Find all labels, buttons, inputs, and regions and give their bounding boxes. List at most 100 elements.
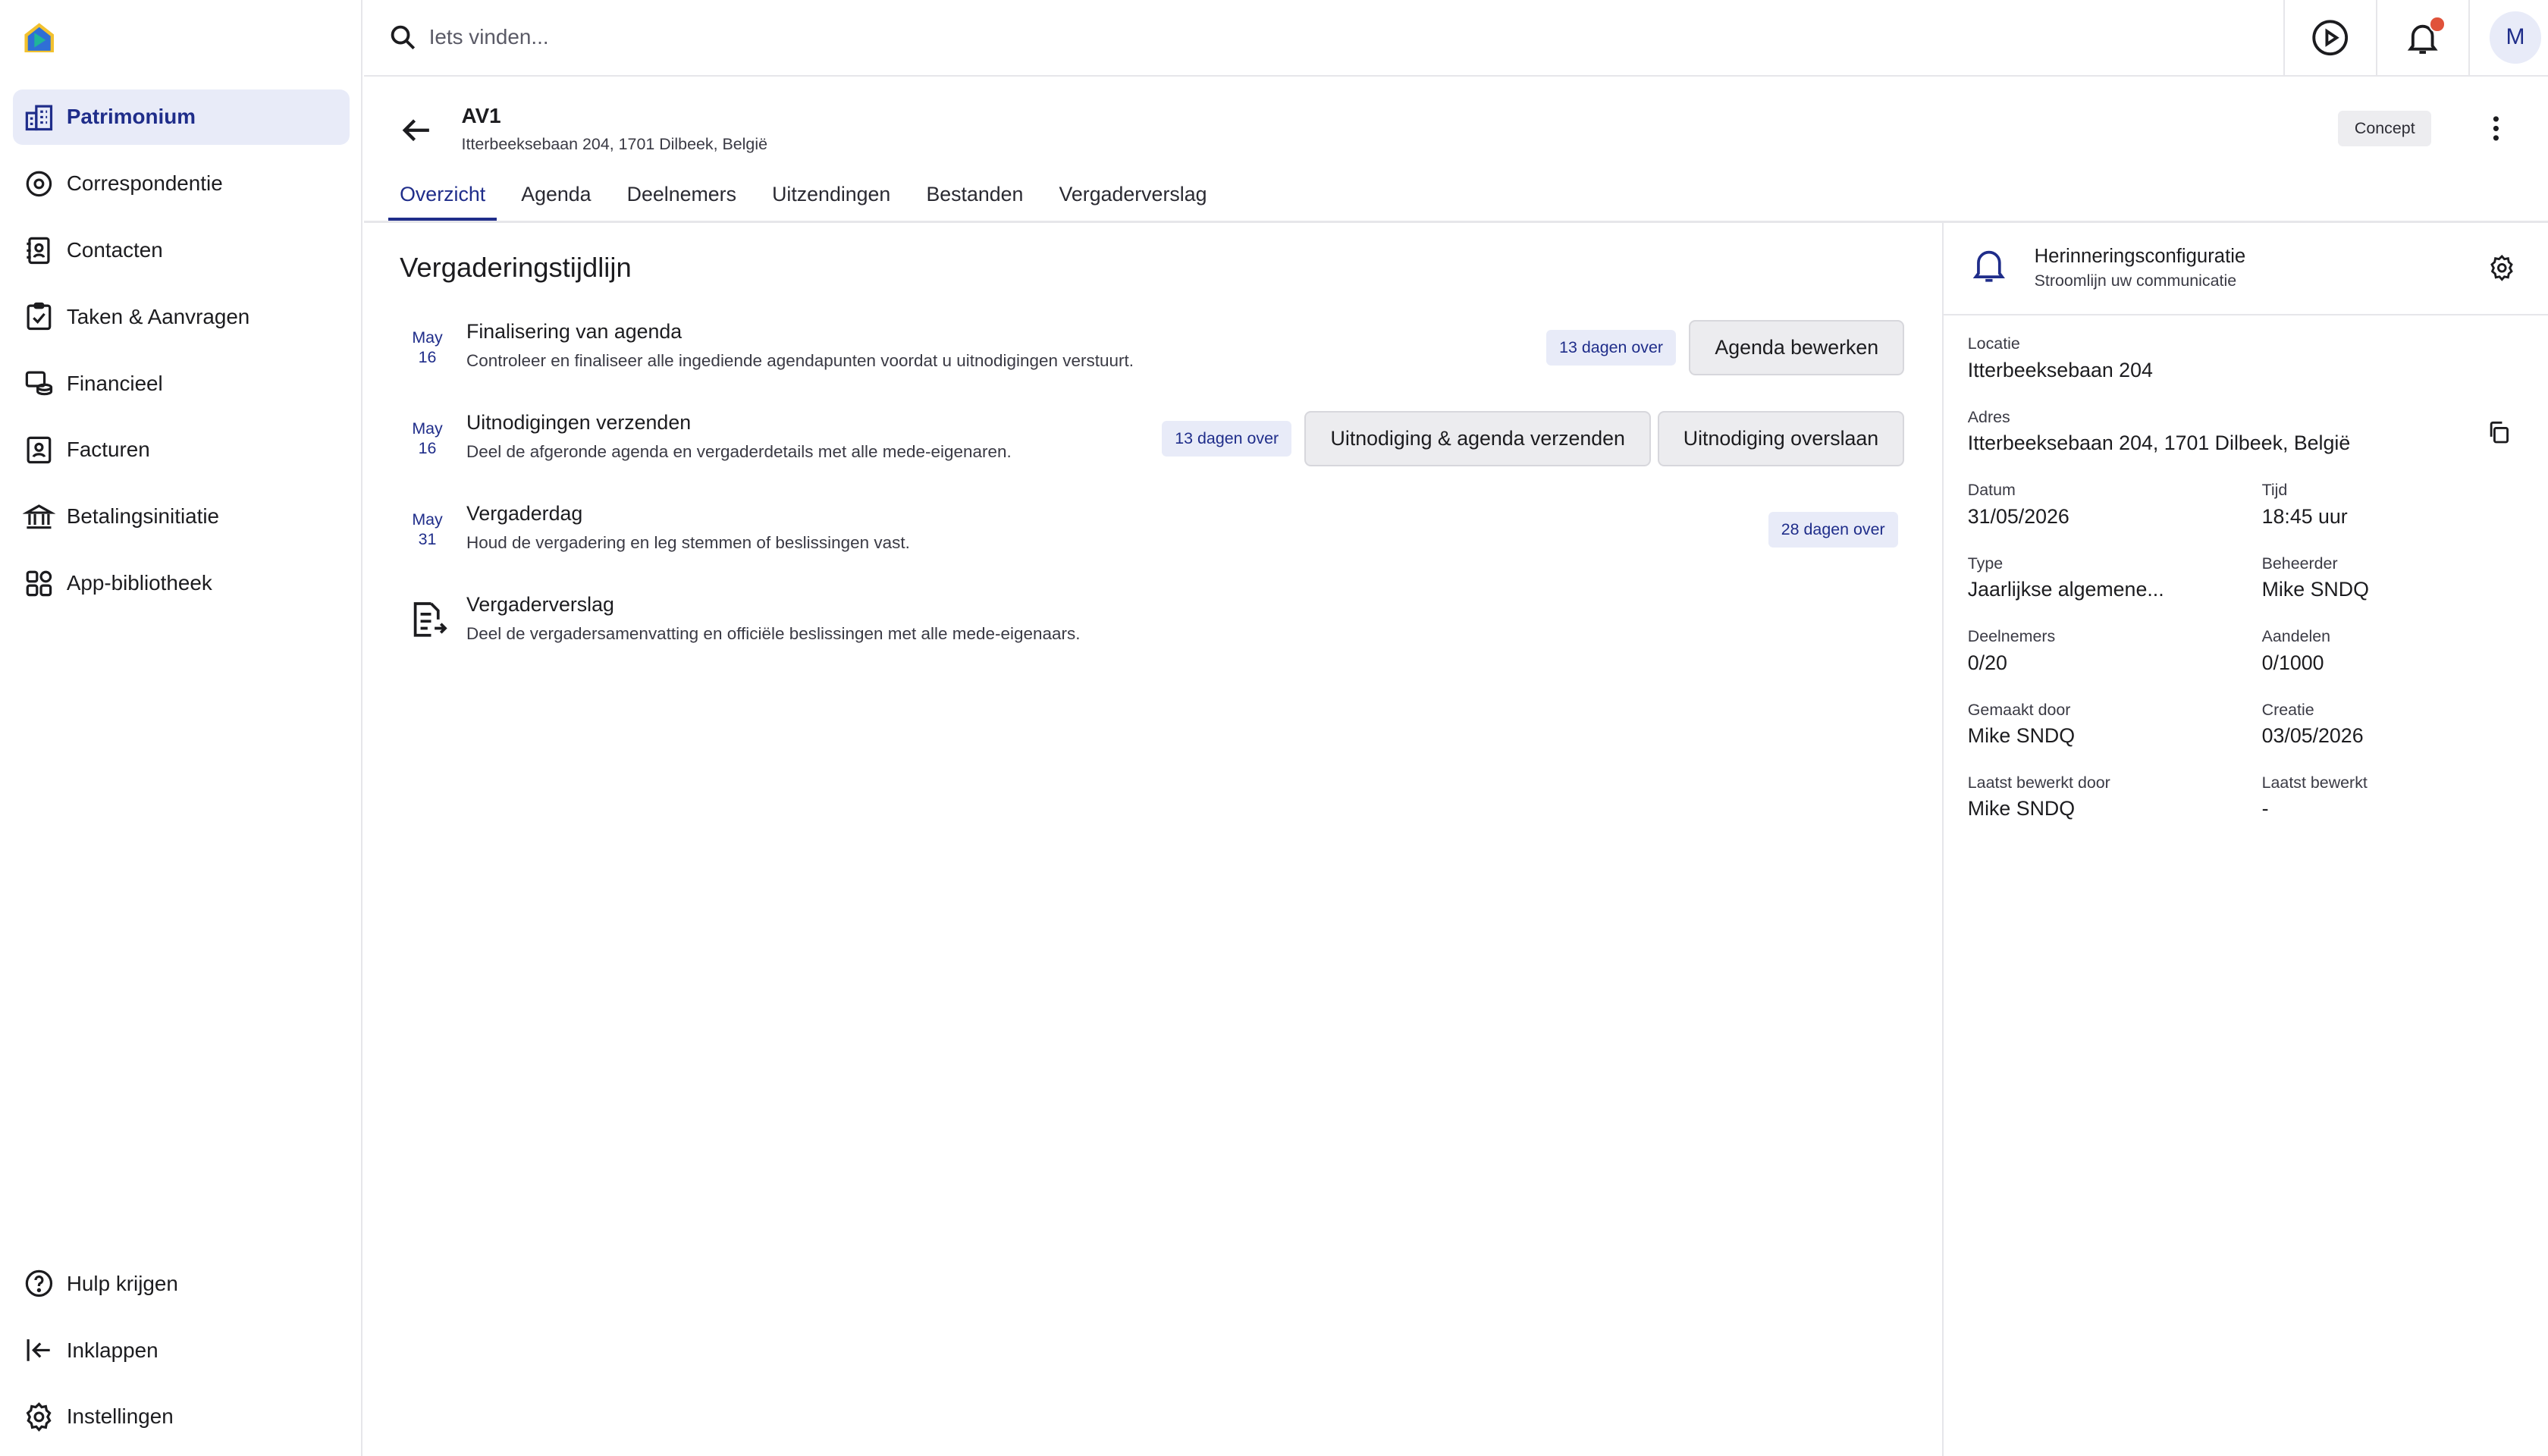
- app-logo[interactable]: [20, 18, 58, 57]
- field-value: 03/05/2026: [2261, 723, 2364, 747]
- details-panel: Herinneringsconfiguratie Stroomlijn uw c…: [1941, 222, 2548, 1456]
- field-participants: Deelnemers 0/20: [1968, 627, 2055, 674]
- sidebar-item-label: Inklappen: [66, 1338, 158, 1362]
- sidebar: Patrimonium Correspondentie Contacten Ta…: [0, 0, 362, 1456]
- field-label: Type: [1967, 554, 2004, 573]
- field-edited-by: Laatst bewerkt door Mike SNDQ: [1968, 774, 2110, 821]
- field-type: Type Jaarlijkse algemene...: [1968, 554, 2164, 601]
- timeline-item-title: Vergaderdag: [466, 502, 583, 526]
- sidebar-item-correspondentie[interactable]: Correspondentie: [13, 156, 350, 212]
- sidebar-item-label: Patrimonium: [66, 105, 196, 129]
- field-label: Adres: [1967, 407, 2010, 426]
- tab-vergaderverslag[interactable]: Vergaderverslag: [1048, 175, 1219, 221]
- field-label: Aandelen: [2261, 627, 2331, 646]
- reminder-config-subtitle: Stroomlijn uw communicatie: [2034, 271, 2237, 290]
- sidebar-item-label: Hulp krijgen: [66, 1271, 178, 1295]
- tab-bar: Overzicht Agenda Deelnemers Uitzendingen…: [388, 175, 1231, 221]
- reminder-config-title: Herinneringsconfiguratie: [2034, 245, 2246, 267]
- sidebar-item-label: Betalingsinitiatie: [66, 504, 220, 529]
- clipboard-check-icon: [27, 303, 52, 331]
- page-subtitle: Itterbeeksebaan 204, 1701 Dilbeek, Belgi…: [461, 134, 767, 153]
- field-shares: Aandelen 0/1000: [2262, 627, 2330, 674]
- edit-agenda-button[interactable]: Agenda bewerken: [1689, 320, 1905, 375]
- status-badge: Concept: [2338, 110, 2432, 146]
- field-date: Datum 31/05/2026: [1968, 481, 2069, 528]
- sidebar-item-collapse[interactable]: Inklappen: [13, 1323, 350, 1378]
- sidebar-item-label: Instellingen: [66, 1404, 174, 1429]
- timeline-date-month: May: [412, 328, 443, 347]
- collapse-icon: [27, 1339, 50, 1361]
- days-left-badge: 13 dagen over: [1162, 420, 1292, 457]
- notification-dot: [2429, 16, 2446, 33]
- timeline-date-day: 16: [418, 347, 437, 366]
- back-arrow-icon[interactable]: [397, 111, 435, 149]
- field-value: Itterbeeksebaan 204: [1967, 358, 2153, 381]
- sidebar-item-taken[interactable]: Taken & Aanvragen: [13, 289, 350, 344]
- sidebar-item-facturen[interactable]: Facturen: [13, 422, 350, 478]
- field-label: Gemaakt door: [1967, 700, 2071, 719]
- help-circle-icon: [25, 1270, 53, 1298]
- field-created-by: Gemaakt door Mike SNDQ: [1968, 701, 2075, 748]
- apps-grid-icon: [26, 570, 52, 596]
- timeline-item-actions: 13 dagen over Uitnodiging & agenda verze…: [1162, 411, 1905, 466]
- gear-icon[interactable]: [2487, 253, 2517, 283]
- reminder-config-header: Herinneringsconfiguratie Stroomlijn uw c…: [1943, 223, 2548, 315]
- timeline-date-day: 31: [418, 529, 437, 548]
- tutorial-button[interactable]: [2283, 0, 2376, 75]
- sidebar-item-settings[interactable]: Instellingen: [13, 1389, 350, 1445]
- field-location: Locatie Itterbeeksebaan 204: [1968, 334, 2153, 381]
- sidebar-item-label: Correspondentie: [66, 171, 223, 196]
- timeline-item-title: Vergaderverslag: [466, 593, 614, 617]
- more-vertical-icon[interactable]: [2480, 112, 2512, 145]
- sidebar-item-help[interactable]: Hulp krijgen: [13, 1256, 350, 1311]
- sidebar-item-financieel[interactable]: Financieel: [13, 356, 350, 411]
- bank-icon: [22, 504, 55, 529]
- field-value: Mike SNDQ: [2261, 578, 2369, 601]
- timeline-date-month: May: [412, 510, 443, 529]
- bell-icon: [1972, 251, 2005, 283]
- buildings-icon: [25, 105, 53, 130]
- sidebar-item-label: App-bibliotheek: [66, 571, 212, 595]
- days-left-badge: 13 dagen over: [1546, 329, 1677, 366]
- timeline-item-actions: 13 dagen over Agenda bewerken: [1546, 320, 1905, 375]
- send-invitation-button[interactable]: Uitnodiging & agenda verzenden: [1304, 411, 1652, 466]
- timeline-item: May 16 Finalisering van agenda Controlee…: [400, 320, 1905, 395]
- field-address: Adres Itterbeeksebaan 204, 1701 Dilbeek,…: [1968, 408, 2350, 455]
- timeline-item-description: Houd de vergadering en leg stemmen of be…: [466, 532, 910, 552]
- field-label: Laatst bewerkt door: [1967, 773, 2110, 792]
- user-menu-button[interactable]: M: [2468, 0, 2548, 75]
- invoice-person-icon: [27, 436, 52, 464]
- copy-icon[interactable]: [2486, 419, 2512, 445]
- tab-overzicht[interactable]: Overzicht: [388, 175, 497, 221]
- sidebar-item-betalingsinitiatie[interactable]: Betalingsinitiatie: [13, 489, 350, 544]
- timeline-date: May 16: [400, 328, 455, 367]
- field-value: 0/1000: [2261, 651, 2324, 674]
- field-value: Mike SNDQ: [1967, 797, 2076, 821]
- sidebar-nav: Patrimonium Correspondentie Contacten Ta…: [13, 89, 350, 623]
- page-title: AV1: [461, 104, 501, 128]
- top-bar: M: [363, 0, 2548, 77]
- sidebar-item-patrimonium[interactable]: Patrimonium: [13, 89, 350, 145]
- field-edited: Laatst bewerkt -: [2262, 774, 2368, 821]
- tab-uitzendingen[interactable]: Uitzendingen: [761, 175, 902, 221]
- timeline-item-title: Uitnodigingen verzenden: [466, 411, 692, 435]
- timeline-item-description: Deel de vergadersamenvatting en officiël…: [466, 623, 1081, 643]
- play-circle-icon: [2312, 19, 2349, 55]
- search-input[interactable]: [428, 19, 1404, 55]
- field-value: 31/05/2026: [1967, 504, 2069, 528]
- timeline-item-description: Deel de afgeronde agenda en vergaderdeta…: [466, 441, 1012, 461]
- tab-agenda[interactable]: Agenda: [510, 175, 602, 221]
- sidebar-item-contacten[interactable]: Contacten: [13, 223, 350, 278]
- contacts-book-icon: [27, 237, 50, 264]
- timeline-item: May 31 Vergaderdag Houd de vergadering e…: [400, 502, 1904, 577]
- timeline-item-actions: 28 dagen over: [1768, 502, 1898, 557]
- field-value: -: [2261, 797, 2269, 821]
- tab-deelnemers[interactable]: Deelnemers: [616, 175, 748, 221]
- skip-invitation-button[interactable]: Uitnodiging overslaan: [1657, 411, 1905, 466]
- sidebar-item-label: Contacten: [66, 237, 163, 262]
- field-value: 18:45 uur: [2261, 504, 2348, 528]
- notifications-button[interactable]: [2375, 0, 2468, 75]
- tab-bestanden[interactable]: Bestanden: [915, 175, 1034, 221]
- sidebar-item-app-bibliotheek[interactable]: App-bibliotheek: [13, 556, 350, 611]
- timeline-item: Vergaderverslag Deel de vergadersamenvat…: [400, 593, 1904, 668]
